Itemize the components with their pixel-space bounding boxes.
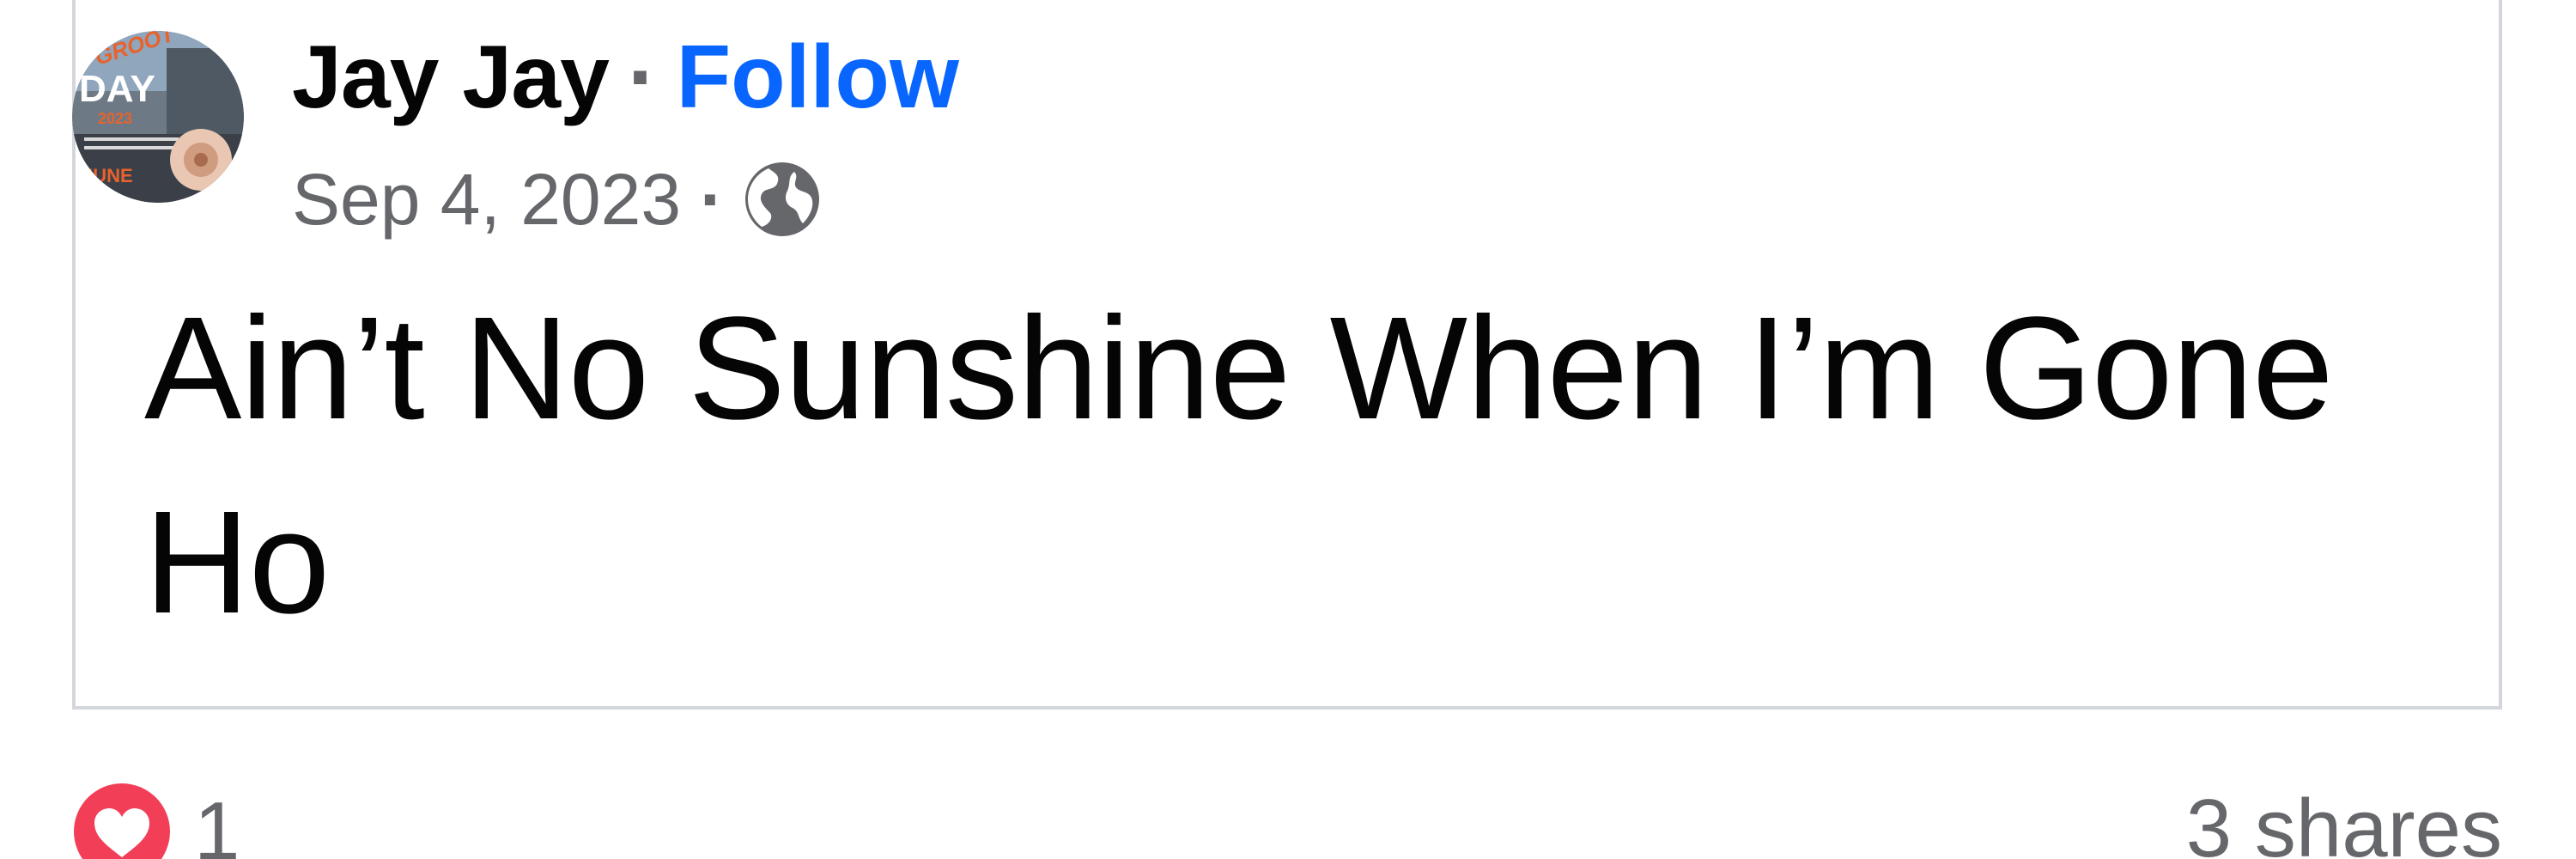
header-separator: ·: [627, 27, 658, 127]
author-name-link[interactable]: Jay Jay: [292, 27, 610, 129]
svg-text:2023: 2023: [98, 110, 132, 127]
post-body-text: Ain’t No Sunshine When I’m Gone Ho: [144, 287, 2334, 644]
reaction-summary[interactable]: 1: [72, 782, 240, 859]
reactions-bar: 1 3 shares: [72, 782, 2502, 859]
love-reaction-icon: [72, 782, 172, 859]
shares-count-link[interactable]: 3 shares: [2186, 782, 2502, 859]
globe-icon[interactable]: [743, 160, 822, 239]
svg-text:DAY: DAY: [79, 68, 155, 110]
profile-avatar-image: GROOT DAY 2023 JUNE: [72, 31, 244, 203]
author-avatar[interactable]: GROOT DAY 2023 JUNE: [72, 31, 244, 203]
post-timestamp[interactable]: Sep 4, 2023: [292, 158, 681, 241]
follow-button[interactable]: Follow: [677, 27, 959, 129]
meta-separator: ·: [700, 158, 725, 240]
post-meta: Sep 4, 2023 ·: [292, 156, 822, 242]
post-header: Jay Jay · Follow: [292, 26, 959, 129]
reaction-count: 1: [194, 785, 240, 859]
